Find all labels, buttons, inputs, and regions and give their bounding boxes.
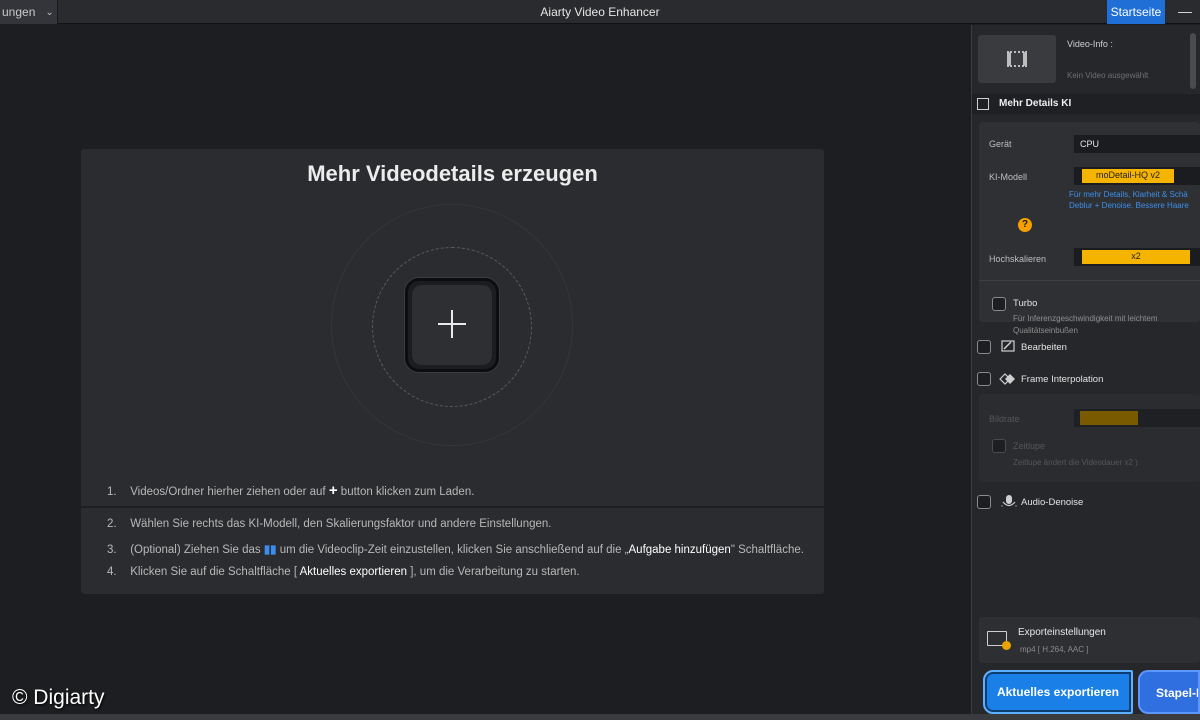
video-thumbnail xyxy=(978,35,1056,83)
model-label: KI-Modell xyxy=(989,172,1028,182)
step-highlight: Aktuelles exportieren xyxy=(297,566,411,578)
model-select[interactable]: moDetail-HQ v2 xyxy=(1074,167,1200,185)
step-text: button klicken zum Laden. xyxy=(340,486,475,498)
settings-panel: Video-Info : Kein Video ausgewählt Mehr … xyxy=(972,25,1200,715)
device-label: Gerät xyxy=(989,139,1012,149)
home-button[interactable]: Startseite xyxy=(1107,0,1165,24)
instruction-step-2: 2. Wählen Sie rechts das KI-Modell, den … xyxy=(107,518,551,530)
step-number: 2. xyxy=(107,518,117,530)
upscale-label: Hochskalieren xyxy=(989,254,1047,264)
ai-settings-box: Gerät CPU KI-Modell moDetail-HQ v2 Für m… xyxy=(979,122,1200,335)
gear-icon xyxy=(1002,641,1011,650)
plus-icon-vertical xyxy=(451,310,453,338)
microphone-icon xyxy=(1001,495,1017,507)
export-current-button[interactable]: Aktuelles exportieren xyxy=(983,670,1133,714)
step-highlight: Aufgabe hinzufügen xyxy=(628,544,731,556)
edit-checkbox[interactable] xyxy=(977,340,991,354)
export-settings[interactable]: Exporteinstellungen mp4 [ H.264, AAC ] xyxy=(979,617,1200,663)
step-number: 4. xyxy=(107,566,117,578)
expand-icon xyxy=(977,98,989,110)
copyright-watermark: © Digiarty xyxy=(12,686,105,709)
audio-denoise-checkbox[interactable] xyxy=(977,495,991,509)
audio-denoise-label[interactable]: Audio-Denoise xyxy=(1021,497,1083,508)
title-bar: ungen ⌄ Aiarty Video Enhancer Startseite… xyxy=(0,0,1200,24)
film-icon xyxy=(1007,51,1027,67)
step-text: " Schaltfläche. xyxy=(730,544,804,556)
framerate-value xyxy=(1080,411,1138,425)
step-text: Videos/Ordner hierher ziehen oder auf xyxy=(130,486,326,498)
step-text: (Optional) Ziehen Sie das xyxy=(130,544,261,556)
frame-interpolation-checkbox[interactable] xyxy=(977,372,991,386)
card-divider xyxy=(81,506,824,508)
step-number: 3. xyxy=(107,544,117,556)
framerate-label: Bildrate xyxy=(989,414,1020,424)
frame-interpolation-box: Bildrate Zeitlupe Zeitlupe ändert die Vi… xyxy=(979,394,1200,482)
frame-interpolation-icon xyxy=(999,373,1015,385)
section-title: Mehr Details KI xyxy=(999,98,1072,109)
step-text: um die Videoclip-Zeit einzustellen, klic… xyxy=(279,544,629,556)
framerate-select[interactable] xyxy=(1074,409,1200,427)
scrollbar[interactable] xyxy=(1190,33,1196,89)
edit-label[interactable]: Bearbeiten xyxy=(1021,342,1067,353)
plus-icon: + xyxy=(328,482,338,499)
model-value: moDetail-HQ v2 xyxy=(1082,169,1174,183)
turbo-label: Turbo xyxy=(1013,298,1038,309)
divider xyxy=(979,280,1200,281)
slowmo-label: Zeitlupe xyxy=(1013,441,1046,451)
upscale-value: x2 xyxy=(1082,250,1190,264)
export-settings-format: mp4 [ H.264, AAC ] xyxy=(1020,645,1089,654)
turbo-description-1: Für Inferenzgeschwindigkeit mit leichtem xyxy=(1013,314,1158,323)
instruction-step-3: 3. (Optional) Ziehen Sie das ▮▮ um die V… xyxy=(107,542,804,556)
turbo-description-2: Qualitätseinbußen xyxy=(1013,326,1078,335)
help-icon[interactable]: ? xyxy=(1018,218,1032,232)
edit-icon xyxy=(1001,340,1015,352)
step-text: Wählen Sie rechts das KI-Modell, den Ska… xyxy=(130,518,552,530)
batch-export-button[interactable]: Stapel-E xyxy=(1138,670,1200,714)
minimize-button[interactable]: — xyxy=(1178,3,1192,19)
step-text: Klicken Sie auf die Schaltfläche [ xyxy=(130,566,298,578)
model-description-2[interactable]: Deblur + Denoise. Bessere Haare xyxy=(1069,201,1189,210)
add-video-button[interactable] xyxy=(405,278,499,372)
video-info-label: Video-Info : xyxy=(1067,39,1113,49)
slowmo-description: Zeitlupe ändert die Videodauer x2 ) xyxy=(1013,458,1138,467)
drop-zone-card[interactable]: Mehr Videodetails erzeugen 1. Videos/Ord… xyxy=(81,149,824,594)
page-title: Mehr Videodetails erzeugen xyxy=(307,161,598,186)
device-select[interactable]: CPU xyxy=(1074,135,1200,153)
instruction-step-4: 4. Klicken Sie auf die Schaltfläche [ Ak… xyxy=(107,566,580,578)
export-settings-title: Exporteinstellungen xyxy=(1018,627,1106,638)
section-header-ai[interactable]: Mehr Details KI xyxy=(972,94,1200,114)
main-area: Mehr Videodetails erzeugen 1. Videos/Ord… xyxy=(0,25,971,715)
step-number: 1. xyxy=(107,486,117,498)
frame-interpolation-label[interactable]: Frame Interpolation xyxy=(1021,374,1103,385)
upscale-select[interactable]: x2 xyxy=(1074,248,1200,266)
model-description-1[interactable]: Für mehr Details, Klarheit & Schä xyxy=(1069,190,1188,199)
turbo-description: Für Inferenzgeschwindigkeit mit leichtem… xyxy=(1013,313,1158,337)
instruction-step-1: 1. Videos/Ordner hierher ziehen oder auf… xyxy=(107,482,474,499)
bottom-border xyxy=(0,714,1200,720)
slowmo-checkbox[interactable] xyxy=(992,439,1006,453)
turbo-checkbox[interactable] xyxy=(992,297,1006,311)
video-info-value: Kein Video ausgewählt xyxy=(1067,71,1149,80)
window-title: Aiarty Video Enhancer xyxy=(540,5,660,19)
clip-marker-icon: ▮▮ xyxy=(263,544,277,556)
step-text: ], um die Verarbeitung zu starten. xyxy=(410,566,580,578)
